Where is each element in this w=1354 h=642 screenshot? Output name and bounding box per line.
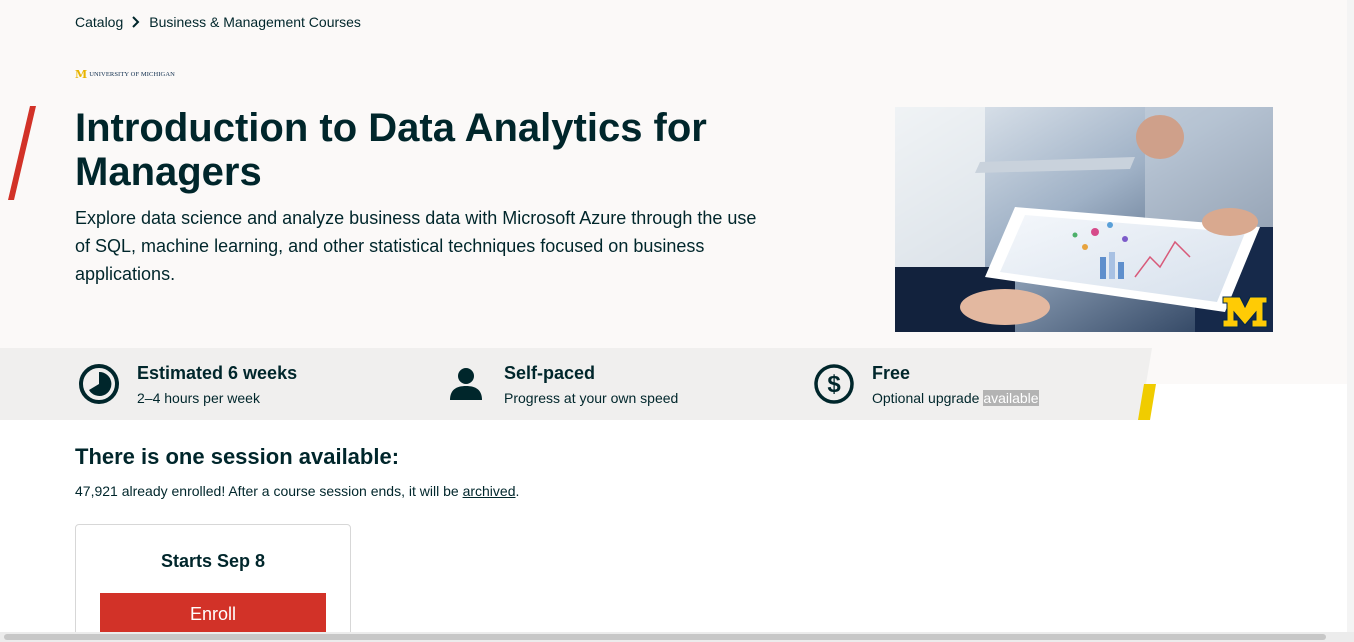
chevron-right-icon [131, 16, 141, 28]
logo-mark: M [75, 68, 88, 81]
highlighted-available-text: available [983, 390, 1039, 406]
stat-duration-subtitle: 2–4 hours per week [137, 390, 260, 406]
university-logo[interactable]: M UNIVERSITY OF MICHIGAN [75, 68, 175, 81]
session-info-end: . [515, 483, 520, 499]
session-info: 47,921 already enrolled! After a course … [75, 483, 519, 499]
dollar-icon: $ [812, 362, 856, 406]
stat-duration-title: Estimated 6 weeks [137, 363, 298, 383]
course-image [895, 107, 1273, 332]
session-info-text: 47,921 already enrolled! After a course … [75, 483, 463, 499]
yellow-stripe-decoration [1138, 384, 1156, 420]
stat-pace-title: Self-paced [504, 363, 596, 383]
stat-pace-subtitle: Progress at your own speed [504, 390, 679, 406]
session-card: Starts Sep 8 Enroll [75, 524, 351, 642]
breadcrumb: Catalog Business & Management Courses [75, 14, 361, 30]
person-icon [444, 362, 488, 406]
stat-price-subtitle: Optional upgrade available [872, 388, 1039, 408]
breadcrumb-catalog[interactable]: Catalog [75, 14, 123, 30]
session-heading: There is one session available: [75, 444, 400, 469]
stat-price-subtitle-text: Optional upgrade [872, 390, 984, 406]
scrollbar-thumb[interactable] [4, 634, 1326, 640]
stat-price-title: Free [872, 363, 911, 383]
svg-text:$: $ [827, 371, 841, 398]
stat-price: $ Free Optional upgrade available [812, 362, 1039, 408]
clock-icon [77, 362, 121, 406]
course-title: Introduction to Data Analytics for Manag… [75, 106, 707, 194]
stat-duration: Estimated 6 weeks 2–4 hours per week [77, 362, 297, 408]
course-description: Explore data science and analyze busines… [75, 208, 757, 284]
logo-text: UNIVERSITY OF MICHIGAN [89, 71, 175, 78]
red-slash-decoration [8, 106, 36, 200]
enroll-button[interactable]: Enroll [100, 593, 326, 635]
vertical-scrollbar[interactable] [1347, 0, 1354, 642]
horizontal-scrollbar[interactable] [0, 632, 1354, 642]
session-start-date: Starts Sep 8 [160, 551, 266, 571]
archived-link[interactable]: archived [463, 483, 516, 499]
breadcrumb-business-management[interactable]: Business & Management Courses [149, 14, 361, 30]
stat-pace: Self-paced Progress at your own speed [444, 362, 678, 408]
